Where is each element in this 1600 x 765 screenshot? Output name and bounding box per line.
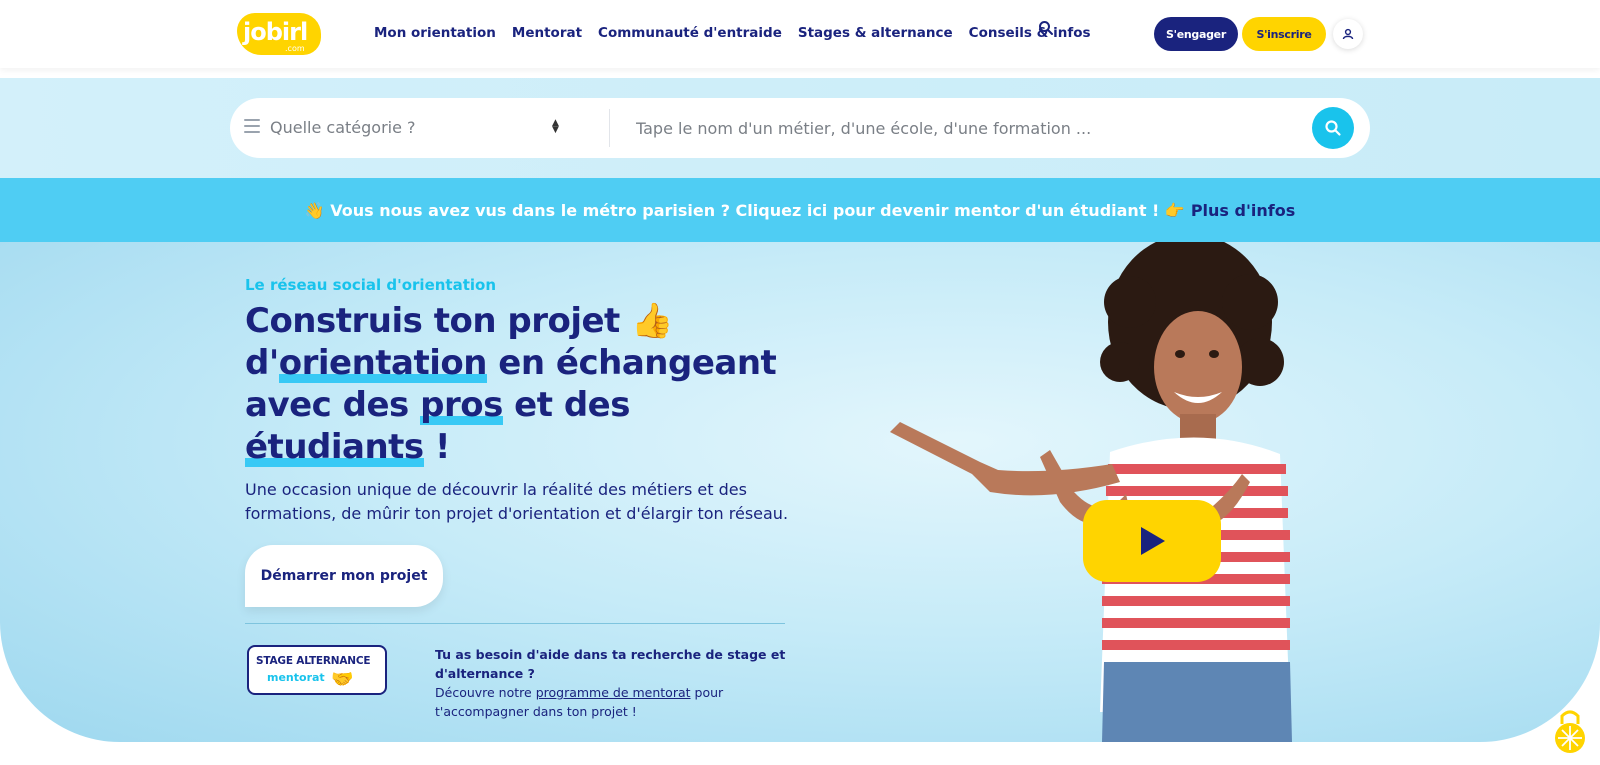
user-icon[interactable]	[1333, 19, 1363, 49]
hero-lead: Une occasion unique de découvrir la réal…	[245, 480, 789, 523]
badge-line1: STAGE ALTERNANCE	[256, 655, 371, 667]
hero-title-line3c: et des	[502, 385, 630, 425]
search-input[interactable]	[636, 116, 1286, 140]
search-separator	[609, 109, 610, 147]
select-arrows-icon: ▲ ▼	[552, 118, 559, 135]
hero-title-highlight-pros: pros	[420, 385, 503, 425]
nav-mentorat[interactable]: Mentorat	[512, 25, 582, 41]
search-band: Quelle catégorie ? ▲ ▼	[0, 78, 1600, 178]
hero-divider	[245, 623, 785, 624]
hero-title-line1: Construis ton projet 👍	[245, 301, 673, 341]
nav-stages-alternance[interactable]: Stages & alternance	[798, 25, 953, 41]
engage-button[interactable]: S'engager	[1154, 17, 1238, 51]
handshake-icon: 🤝	[331, 669, 354, 690]
hero-title: Construis ton projet 👍 d'orientation en …	[245, 300, 805, 468]
search-icon	[1325, 120, 1341, 136]
announcement-banner[interactable]: 👋 Vous nous avez vus dans le métro paris…	[0, 178, 1600, 242]
mentorat-program-link[interactable]: programme de mentorat	[536, 685, 691, 700]
hero-title-line3a: avec des	[245, 385, 421, 425]
hero-eyebrow: Le réseau social d'orientation	[245, 276, 497, 294]
signup-button[interactable]: S'inscrire	[1242, 17, 1326, 51]
category-select[interactable]: Quelle catégorie ?	[270, 118, 560, 137]
hero-section: Le réseau social d'orientation Construis…	[0, 242, 1600, 742]
announcement-link[interactable]: Plus d'infos	[1191, 201, 1295, 220]
hero-title-highlight-etudiants: étudiants	[245, 427, 424, 467]
accessibility-widget-icon[interactable]	[1550, 706, 1590, 756]
logo-text: jobirl	[243, 18, 308, 46]
search-bar: Quelle catégorie ? ▲ ▼	[230, 98, 1370, 158]
hero-title-line4b: !	[423, 427, 451, 467]
help-title: Tu as besoin d'aide dans ta recherche de…	[435, 647, 786, 681]
hero-title-highlight-orientation: orientation	[278, 343, 487, 383]
play-icon	[1141, 527, 1165, 555]
help-text: Découvre notre programme de mentorat pou…	[435, 683, 795, 721]
jobirl-logo[interactable]: jobirl .com	[237, 13, 321, 55]
logo-suffix: .com	[285, 44, 305, 53]
nav-communaute[interactable]: Communauté d'entraide	[598, 25, 782, 41]
main-nav: Mon orientation Mentorat Communauté d'en…	[374, 25, 1107, 41]
hero-title-line2c: en échangeant	[486, 343, 777, 383]
stage-alternance-mentorat-badge[interactable]: STAGE ALTERNANCE mentorat 🤝	[247, 645, 387, 695]
site-header: jobirl .com Mon orientation Mentorat Com…	[0, 0, 1600, 68]
hero-woman-illustration	[890, 242, 1292, 742]
announcement-text: 👋 Vous nous avez vus dans le métro paris…	[304, 200, 1185, 220]
search-submit-button[interactable]	[1312, 107, 1354, 149]
hero-title-line2a: d'	[245, 343, 279, 383]
help-pre: Découvre notre	[435, 685, 536, 700]
play-video-button[interactable]	[1083, 500, 1221, 582]
search-icon[interactable]	[1038, 20, 1058, 40]
start-project-button[interactable]: Démarrer mon projet	[245, 545, 443, 607]
badge-line2: mentorat	[267, 671, 325, 684]
nav-mon-orientation[interactable]: Mon orientation	[374, 25, 496, 41]
nav-conseils-infos[interactable]: Conseils & infos	[969, 25, 1091, 41]
menu-icon	[244, 119, 260, 133]
help-block: Tu as besoin d'aide dans ta recherche de…	[435, 645, 795, 721]
